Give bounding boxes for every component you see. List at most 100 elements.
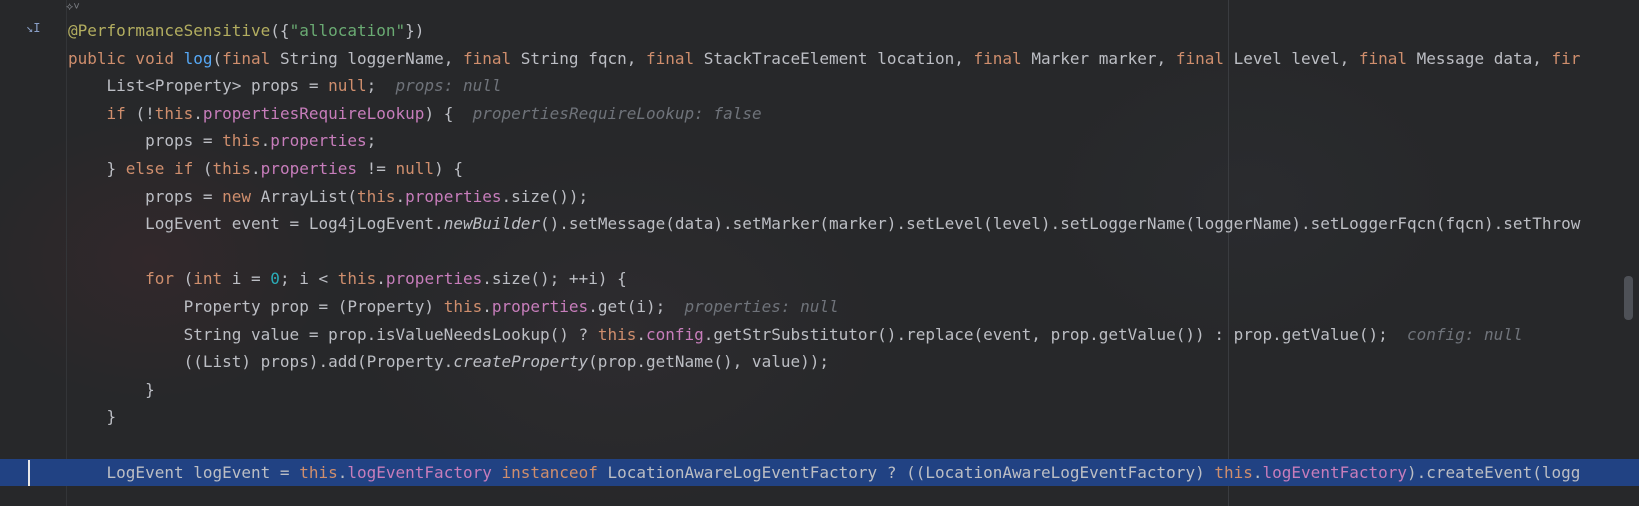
code-token: (prop.getName(), value)); xyxy=(588,352,829,372)
code-token: int xyxy=(193,269,232,289)
vertical-scrollbar-thumb[interactable] xyxy=(1624,276,1633,320)
code-line-text: } xyxy=(68,403,117,431)
code-token: final xyxy=(973,48,1032,68)
code-token: createProperty xyxy=(453,352,589,372)
ai-assistant-icon[interactable]: ⟡˅ xyxy=(66,0,80,14)
code-line[interactable]: String value = prop.isValueNeedsLookup()… xyxy=(0,321,1639,349)
code-line[interactable]: Property prop = (Property) this. properti… xyxy=(0,293,1639,321)
code-token: ; xyxy=(366,76,396,96)
code-token: this xyxy=(597,324,637,344)
code-token: (! xyxy=(135,103,155,123)
code-line-text: for (int i = 0; i < this.properties.size… xyxy=(68,265,627,293)
code-line[interactable]: LogEvent event = Log4jLogEvent.newBuilde… xyxy=(0,210,1639,238)
code-token: String value = prop.isValueNeedsLookup()… xyxy=(183,324,598,344)
code-token: ) { xyxy=(434,158,463,178)
code-token: this xyxy=(337,269,377,289)
inline-debug-hint: properties: null xyxy=(684,296,839,316)
code-line[interactable]: } else if (this.properties != null) { xyxy=(0,155,1639,183)
code-token: ( xyxy=(212,48,223,68)
code-token: LogEvent logEvent = xyxy=(106,462,300,482)
code-token: ( xyxy=(202,158,213,178)
code-line-text: List<Property> props = null; props: null xyxy=(68,72,502,100)
code-token: . xyxy=(376,269,386,289)
code-token: this xyxy=(299,462,338,482)
code-token: .getStrSubstitutor().replace(event, prop… xyxy=(703,324,1407,344)
code-line[interactable]: } xyxy=(0,403,1639,431)
code-line-text: props = this.properties; xyxy=(68,127,376,155)
code-token: ; i < xyxy=(279,269,338,289)
code-token: } xyxy=(106,407,117,427)
code-line[interactable]: List<Property> props = null; props: null xyxy=(0,72,1639,100)
code-token: .get(i); xyxy=(588,296,685,316)
code-token: for xyxy=(145,269,184,289)
code-token: . xyxy=(1252,462,1263,482)
code-token: ({ xyxy=(270,21,290,40)
code-line[interactable]: ((List) props).add(Property.createProper… xyxy=(0,348,1639,376)
code-line-text: LogEvent event = Log4jLogEvent.newBuilde… xyxy=(68,210,1580,238)
code-token: logEventFactory xyxy=(1262,462,1408,482)
code-editor[interactable]: ↘I ⟡˅ @PerformanceSensitive({"allocation… xyxy=(0,0,1639,506)
code-line[interactable] xyxy=(0,431,1639,459)
code-area[interactable]: @PerformanceSensitive({"allocation"}) pub… xyxy=(0,17,1639,487)
code-token: ).createEvent(logg xyxy=(1407,462,1581,482)
code-token: final xyxy=(1358,48,1417,68)
code-token: properties xyxy=(385,269,483,289)
code-line-selected[interactable]: LogEvent logEvent = this.logEventFactory… xyxy=(0,458,1639,487)
code-line[interactable]: if (!this.propertiesRequireLookup) { pro… xyxy=(0,100,1639,128)
code-token: null xyxy=(395,158,435,178)
code-token: this xyxy=(1214,462,1253,482)
code-token: . xyxy=(251,158,261,178)
code-token: null xyxy=(328,76,367,96)
code-token: ArrayList( xyxy=(260,186,357,206)
code-token: logEventFactory xyxy=(347,462,492,482)
code-token: Message data, xyxy=(1416,48,1552,68)
inline-debug-hint: props: null xyxy=(395,76,502,96)
code-token: }) xyxy=(405,21,425,40)
code-token: final xyxy=(462,48,521,68)
code-line-text: } xyxy=(68,376,155,404)
code-token: 0 xyxy=(270,269,280,289)
code-token: Property prop = (Property) xyxy=(183,296,444,316)
code-token: i = xyxy=(231,269,271,289)
code-token: @PerformanceSensitive xyxy=(68,21,271,40)
code-line[interactable]: props = this.properties; xyxy=(0,127,1639,155)
code-token: StackTraceElement location, xyxy=(703,48,974,68)
code-token: newBuilder xyxy=(443,214,541,234)
code-token: Level level, xyxy=(1233,48,1359,68)
code-token: propertiesRequireLookup xyxy=(202,103,425,123)
code-token: props = xyxy=(145,186,223,206)
code-line[interactable]: public void log(final String loggerName,… xyxy=(0,45,1639,73)
code-token: else if xyxy=(125,158,203,178)
code-line-text: } else if (this.properties != null) { xyxy=(68,155,463,183)
code-line[interactable]: @PerformanceSensitive({"allocation"}) xyxy=(0,17,1639,45)
code-token: List<Property> props = xyxy=(106,76,329,96)
code-token: properties xyxy=(260,158,357,178)
code-token: } xyxy=(145,379,155,399)
code-line[interactable]: for (int i = 0; i < this.properties.size… xyxy=(0,265,1639,293)
code-token: if xyxy=(106,103,136,123)
code-line[interactable]: props = new ArrayList(this.properties.si… xyxy=(0,183,1639,211)
code-token: ) { xyxy=(424,103,473,123)
code-token: String fqcn, xyxy=(520,48,646,68)
code-line[interactable] xyxy=(0,238,1639,266)
code-token: log xyxy=(183,48,213,68)
code-token: . xyxy=(482,296,492,316)
code-token: this xyxy=(212,158,252,178)
code-token: ((List) props).add(Property. xyxy=(183,352,454,372)
code-token: fir xyxy=(1551,48,1581,68)
code-line-text: public void log(final String loggerName,… xyxy=(68,45,1580,73)
code-token: this xyxy=(443,296,483,316)
code-token: this xyxy=(356,186,396,206)
code-line[interactable]: } xyxy=(0,376,1639,404)
